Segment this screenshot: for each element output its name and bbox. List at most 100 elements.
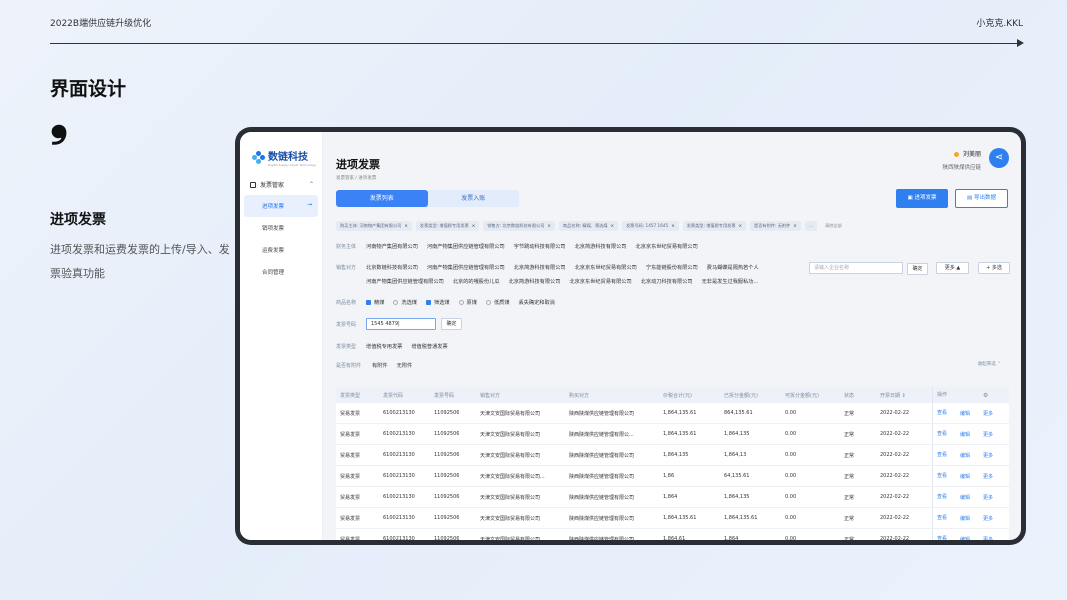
filter-chip[interactable]: 发票类型: 增值税专用发票 × xyxy=(682,221,747,231)
more-link[interactable]: 更多 xyxy=(979,494,1005,501)
cell-buyer: 陕西陕煤供应链管理有限公司 xyxy=(569,452,635,459)
filter-option[interactable]: 河南产物集团供应链管理有限公司 xyxy=(427,243,505,250)
share-icon: ⋖ xyxy=(994,152,1004,163)
edit-link[interactable]: 编辑 xyxy=(956,473,979,480)
add-invoice-button[interactable]: ▣ 进项发票 xyxy=(896,189,948,208)
attachment-filter-options: 有附件 无附件 xyxy=(372,362,412,369)
view-link[interactable]: 查看 xyxy=(932,403,956,423)
filter-option[interactable]: 北京的的哦股份儿瓜 xyxy=(453,278,500,285)
filter-option[interactable]: 北京京东世纪贸易有限公司 xyxy=(575,264,637,271)
invoice-number-input[interactable]: 1545 4879| xyxy=(366,318,436,330)
filter-option[interactable]: 河南产物集团供应链管理有限公司 xyxy=(427,264,505,271)
column-header: 销售对方 xyxy=(480,392,501,399)
goods-option[interactable]: 精煤 xyxy=(366,299,384,306)
filter-option[interactable]: 宇节跳动科技有限公司 xyxy=(514,243,566,250)
filter-option[interactable]: 北京数链科技有限公司 xyxy=(366,264,418,271)
user-info[interactable]: 刘美丽 陕西陕煤供应链 xyxy=(942,149,981,171)
filter-chip[interactable]: 发票类型: 增值税专用发票 × xyxy=(415,221,480,231)
goods-option[interactable]: 原煤 xyxy=(458,299,477,306)
collapse-filters-link[interactable]: 收起筛选 ⌃ xyxy=(978,361,1001,367)
slide-author: 小克克.KKL xyxy=(976,19,1023,29)
cell-type: 贸易发票 xyxy=(340,452,361,459)
avatar[interactable]: ⋖ xyxy=(989,148,1009,168)
breadcrumb[interactable]: 发票管家 / 进项发票 xyxy=(336,175,376,181)
filter-option[interactable]: 北京动刀科技有限公司 xyxy=(641,278,693,285)
edit-link[interactable]: 编辑 xyxy=(956,431,979,438)
cell-seller: 天津文安国际贸易有限公司 xyxy=(480,494,541,501)
goods-option[interactable]: 低质煤 xyxy=(485,299,510,306)
filter-option[interactable]: 费马蝴蝶是隔热若个人 xyxy=(707,264,759,271)
invoice-icon xyxy=(250,181,256,188)
view-link[interactable]: 查看 xyxy=(932,487,956,507)
column-header-sortable[interactable]: 开票日期 ⇕ xyxy=(876,392,932,399)
view-link[interactable]: 查看 xyxy=(932,508,956,528)
filter-option[interactable]: 河南产物集团供应链管理有限公司 xyxy=(366,278,444,285)
goods-option[interactable]: 筛选煤 xyxy=(425,299,450,306)
edit-link[interactable]: 编辑 xyxy=(956,494,979,501)
cell-date: 2022-02-22 xyxy=(880,410,910,416)
more-button[interactable]: 更多 ▲ xyxy=(936,262,969,274)
sidebar-item-contract[interactable]: 合同管理 xyxy=(240,261,322,283)
multi-select-button[interactable]: + 多选 xyxy=(978,262,1010,274)
invoice-number-confirm-button[interactable]: 确定 xyxy=(441,318,462,330)
sidebar-item-freight-invoice[interactable]: 运费发票 xyxy=(240,239,322,261)
edit-link[interactable]: 编辑 xyxy=(956,410,979,417)
close-icon: × xyxy=(471,223,476,228)
edit-link[interactable]: 编辑 xyxy=(956,536,979,541)
more-link[interactable]: 更多 xyxy=(979,431,1005,438)
filter-option[interactable]: 河南物产集团有限公司 xyxy=(366,243,418,250)
more-link[interactable]: 更多 xyxy=(979,452,1005,459)
filter-chip[interactable]: 发票号码: 1457 1645 × xyxy=(622,221,679,231)
nav-group-invoice[interactable]: 发票管家 ⌃ xyxy=(240,174,322,195)
filter-option[interactable]: 增值税专用发票 xyxy=(366,343,402,350)
cell-total: 1,864,135.61 xyxy=(663,515,697,521)
cell-split: 1,864,135.61 xyxy=(724,515,758,521)
filter-option[interactable]: 有附件 xyxy=(372,362,388,369)
gear-icon[interactable]: ⚙ xyxy=(979,392,1005,399)
tab-invoice-list[interactable]: 发票列表 xyxy=(336,190,428,207)
filter-option[interactable]: 无非是发生过我服私功... xyxy=(702,278,759,285)
more-link[interactable]: 更多 xyxy=(979,410,1005,417)
seller-confirm-button[interactable]: 确定 xyxy=(907,263,928,275)
edit-link[interactable]: 编辑 xyxy=(956,452,979,459)
more-link[interactable]: 更多 xyxy=(979,473,1005,480)
sidebar-item-output-invoice[interactable]: 销项发票 xyxy=(240,217,322,239)
close-icon: × xyxy=(547,223,551,228)
close-icon: × xyxy=(610,223,615,228)
export-data-button[interactable]: ▤ 导出数据 xyxy=(955,189,1008,208)
filter-option[interactable]: 增值税普通发票 xyxy=(411,343,447,350)
filter-option[interactable]: 北京京东世纪贸易有限公司 xyxy=(636,243,698,250)
more-link[interactable]: 更多 xyxy=(979,536,1005,541)
seller-search-input[interactable]: 请输入企业名称 xyxy=(809,262,903,274)
clear-all-filters[interactable]: 清除全部 xyxy=(825,221,842,231)
logo[interactable]: 数链科技 Digital Supply Chain Technology xyxy=(240,132,322,170)
filter-option[interactable]: 北京简游科技有限公司 xyxy=(575,243,627,250)
filter-option[interactable]: 北京简游科技有限公司 xyxy=(514,264,566,271)
edit-link[interactable]: 编辑 xyxy=(956,515,979,522)
cell-total: 1,864,135 xyxy=(663,452,689,458)
filter-chip[interactable]: 购买主体: 河南物产集团有限公司 × xyxy=(336,221,412,231)
view-link[interactable]: 查看 xyxy=(932,466,956,486)
cell-number: 11092506 xyxy=(434,410,460,416)
cell-number: 11092506 xyxy=(434,536,460,540)
filter-chip-more[interactable]: … xyxy=(804,221,817,231)
filter-option[interactable]: 无附件 xyxy=(397,362,413,369)
filter-option[interactable]: 北京京东世纪贸易有限公司 xyxy=(569,278,631,285)
view-link[interactable]: 查看 xyxy=(932,529,956,540)
filter-chip[interactable]: 商品名称: 精煤、筛选煤 × xyxy=(558,221,619,231)
tab-invoice-entry[interactable]: 发票入账 xyxy=(428,190,520,207)
view-link[interactable]: 查看 xyxy=(932,445,956,465)
sidebar-item-input-invoice[interactable]: 进项发票 → xyxy=(244,195,318,217)
column-header: 购买对方 xyxy=(569,392,590,399)
column-header: 发票号码 xyxy=(434,392,455,399)
cell-status: 正常 xyxy=(844,410,855,417)
filter-chip[interactable]: 销售方: 北京数链科技有限公司 × xyxy=(483,221,555,231)
filter-option[interactable]: 北京简游科技有限公司 xyxy=(509,278,561,285)
view-link[interactable]: 查看 xyxy=(932,424,956,444)
filter-option[interactable]: 宁东能链股份有限公司 xyxy=(646,264,698,271)
more-link[interactable]: 更多 xyxy=(979,515,1005,522)
goods-option[interactable]: 洗选煤 xyxy=(393,299,417,306)
filter-chip[interactable]: 是否有附件: 无附件 × xyxy=(750,221,801,231)
cell-buyer: 陕西陕煤供应链管理有限公司 xyxy=(569,536,635,541)
cell-total: 1,86 xyxy=(663,473,675,479)
